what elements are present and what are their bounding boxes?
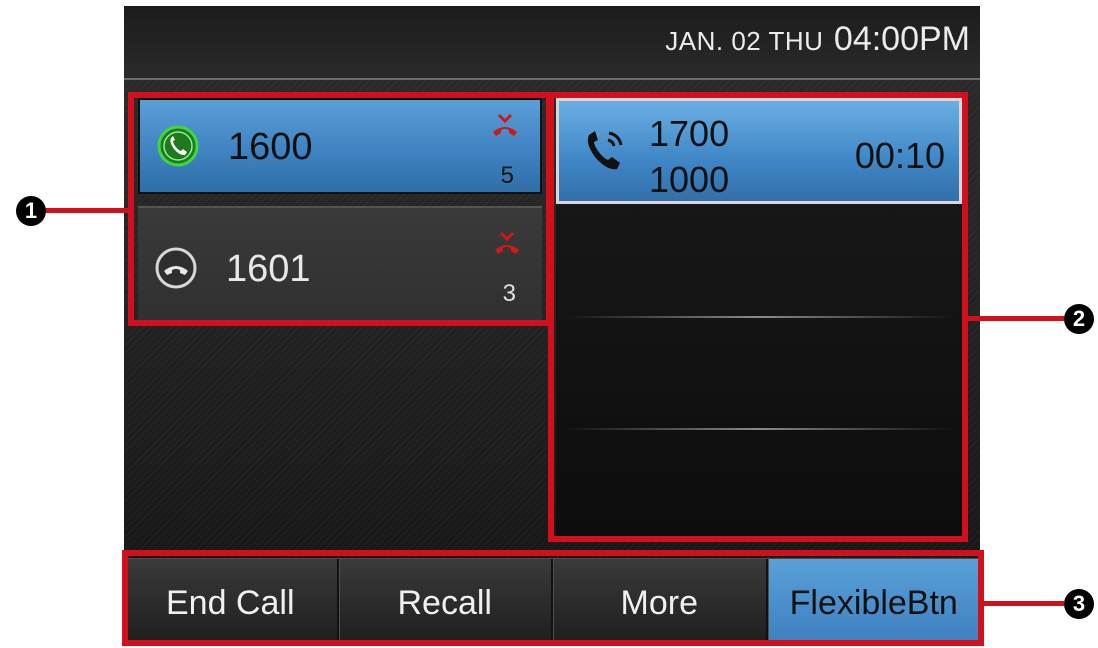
date-label: JAN. 02 THU <box>665 26 824 56</box>
callout-box-1 <box>128 92 552 326</box>
callout-line-1 <box>44 208 130 213</box>
callout-box-3 <box>122 550 984 646</box>
callout-badge-3: 3 <box>1064 589 1094 619</box>
callout-box-2 <box>548 92 968 542</box>
date-time: JAN. 02 THU 04:00PM <box>665 20 970 59</box>
callout-line-3 <box>982 601 1064 606</box>
callout-badge-1: 1 <box>16 196 46 226</box>
callout-line-2 <box>966 316 1064 321</box>
time-label: 04:00PM <box>833 20 970 58</box>
status-bar: JAN. 02 THU 04:00PM <box>124 6 980 80</box>
callout-badge-2: 2 <box>1064 304 1094 334</box>
